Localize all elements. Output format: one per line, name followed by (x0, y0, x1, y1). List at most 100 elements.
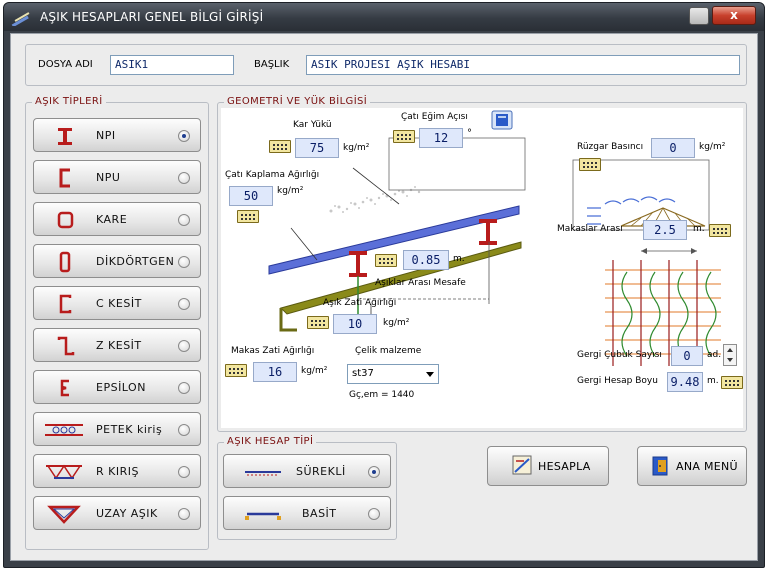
kaplama-input[interactable]: 50 (229, 186, 273, 206)
egim-input[interactable]: 12 (419, 128, 463, 148)
kar-input[interactable]: 75 (295, 138, 339, 158)
kar-unit: kg/m² (343, 143, 370, 153)
asik-type-radio[interactable] (178, 424, 190, 436)
asik-type-radio[interactable] (178, 214, 190, 226)
chevron-up-icon[interactable] (727, 348, 733, 352)
kaplama-unit: kg/m² (277, 186, 304, 196)
asik-type-button[interactable]: R KIRIŞ (33, 454, 201, 488)
book-icon[interactable] (491, 110, 513, 130)
client-area: DOSYA ADI ASIK1 BAŞLIK ASIK PROJESI AŞIK… (10, 33, 758, 561)
hesapla-button[interactable]: HESAPLA (487, 446, 609, 486)
makas-zati-input[interactable]: 16 (253, 362, 297, 382)
gergi-boy-unit: m. (707, 376, 719, 386)
rect-tube-icon (59, 251, 71, 273)
makas-zati-label: Makas Zati Ağırlığı (231, 346, 315, 356)
kar-keyboard-icon[interactable] (269, 140, 291, 153)
asik-type-button[interactable]: DİKDÖRTGEN (33, 244, 201, 278)
asik-type-radio[interactable] (178, 340, 190, 352)
castellated-beam-icon (45, 424, 83, 436)
ruzgar-input[interactable]: 0 (651, 138, 695, 158)
asik-type-radio[interactable] (178, 508, 190, 520)
app-window: AŞIK HESAPLARI GENEL BİLGİ GİRİŞİ x DOSY… (3, 2, 765, 568)
makas-zati-unit: kg/m² (301, 366, 328, 376)
gergi-boy-input[interactable]: 9.48 (667, 372, 703, 392)
baslik-input[interactable]: ASIK PROJESI AŞIK HESABI (306, 55, 740, 75)
asik-type-button[interactable]: UZAY AŞIK (33, 496, 201, 530)
asik-type-button[interactable]: PETEK kiriş (33, 412, 201, 446)
continuous-beam-icon (245, 471, 281, 476)
asik-type-label: NPI (96, 129, 116, 142)
close-button[interactable]: x (712, 6, 756, 25)
dosya-label: DOSYA ADI (38, 59, 93, 70)
mesafe-label: Aşıklar Arası Mesafe (375, 278, 466, 288)
epsilon-section-icon (60, 379, 69, 397)
calc-type-title: AŞIK HESAP TİPİ (224, 436, 317, 447)
makaslar-input[interactable]: 2.5 (643, 220, 687, 240)
asik-type-label: C KESİT (96, 297, 142, 310)
asik-type-label: EPSİLON (96, 381, 146, 394)
mesafe-keyboard-icon[interactable] (375, 254, 397, 267)
hesapla-label: HESAPLA (538, 460, 591, 473)
celik-select[interactable]: st37 (347, 364, 439, 384)
radio-surekli[interactable] (368, 466, 380, 478)
asik-type-label: DİKDÖRTGEN (96, 255, 175, 268)
makaslar-keyboard-icon[interactable] (709, 224, 731, 237)
kaplama-keyboard-icon[interactable] (237, 210, 259, 223)
chevron-down-icon (426, 372, 434, 377)
geometry-title: GEOMETRİ VE YÜK BİLGİSİ (224, 96, 371, 107)
asik-type-radio[interactable] (178, 382, 190, 394)
asik-type-radio[interactable] (178, 172, 190, 184)
gergi-boy-keyboard-icon[interactable] (721, 376, 743, 389)
asik-type-button[interactable]: NPI (33, 118, 201, 152)
celik-select-value: st37 (352, 368, 374, 379)
gergi-sayi-label: Gergi Çubuk Sayısı (577, 350, 662, 360)
asik-type-label: NPU (96, 171, 121, 184)
gergi-sayi-unit: ad. (707, 350, 722, 360)
egim-keyboard-icon[interactable] (393, 130, 415, 143)
exit-door-icon (652, 456, 668, 476)
calculate-icon (512, 455, 532, 475)
calc-type-basit[interactable]: BASİT (223, 496, 391, 530)
asik-type-button[interactable]: C KESİT (33, 286, 201, 320)
asik-type-radio[interactable] (178, 466, 190, 478)
gergi-sayi-stepper[interactable] (723, 344, 737, 366)
r-truss-icon (46, 464, 82, 480)
calc-type-basit-label: BASİT (302, 507, 337, 520)
gergi-boy-label: Gergi Hesap Boyu (577, 376, 658, 386)
mesafe-input[interactable]: 0.85 (403, 250, 449, 270)
asik-type-button[interactable]: KARE (33, 202, 201, 236)
asik-type-radio[interactable] (178, 256, 190, 268)
ruzgar-keyboard-icon[interactable] (579, 158, 601, 171)
asik-type-radio[interactable] (178, 298, 190, 310)
asik-type-button[interactable]: Z KESİT (33, 328, 201, 362)
calc-type-surekli[interactable]: SÜREKLİ (223, 454, 391, 488)
ruzgar-unit: kg/m² (699, 142, 726, 152)
asik-type-label: Z KESİT (96, 339, 142, 352)
asik-type-button[interactable]: NPU (33, 160, 201, 194)
asik-type-label: PETEK kiriş (96, 423, 163, 436)
asik-type-button[interactable]: EPSİLON (33, 370, 201, 404)
ana-menu-button[interactable]: ANA MENÜ (637, 446, 747, 486)
chevron-down-icon[interactable] (727, 358, 733, 362)
mesafe-unit: m. (453, 254, 465, 264)
calc-type-surekli-label: SÜREKLİ (296, 465, 346, 478)
asik-zati-input[interactable]: 10 (333, 314, 377, 334)
space-truss-icon (47, 505, 81, 524)
baslik-label: BAŞLIK (254, 59, 290, 70)
dosya-input[interactable]: ASIK1 (110, 55, 234, 75)
egim-unit: ° (467, 128, 472, 139)
makas-zati-keyboard-icon[interactable] (225, 364, 247, 377)
makaslar-unit: m. (693, 224, 705, 234)
asik-type-label: R KIRIŞ (96, 465, 139, 478)
minimize-button[interactable] (689, 7, 709, 25)
asik-zati-keyboard-icon[interactable] (307, 316, 329, 329)
ana-menu-label: ANA MENÜ (676, 460, 738, 473)
gergi-sayi-input[interactable]: 0 (671, 346, 703, 366)
z-section-icon (57, 336, 75, 356)
asik-zati-label: Aşık Zati Ağırlığı (323, 298, 397, 308)
asik-type-radio[interactable] (178, 130, 190, 142)
celik-label: Çelik malzeme (355, 346, 422, 356)
radio-basit[interactable] (368, 508, 380, 520)
kar-label: Kar Yükü (293, 120, 332, 130)
i-beam-icon (58, 128, 72, 145)
